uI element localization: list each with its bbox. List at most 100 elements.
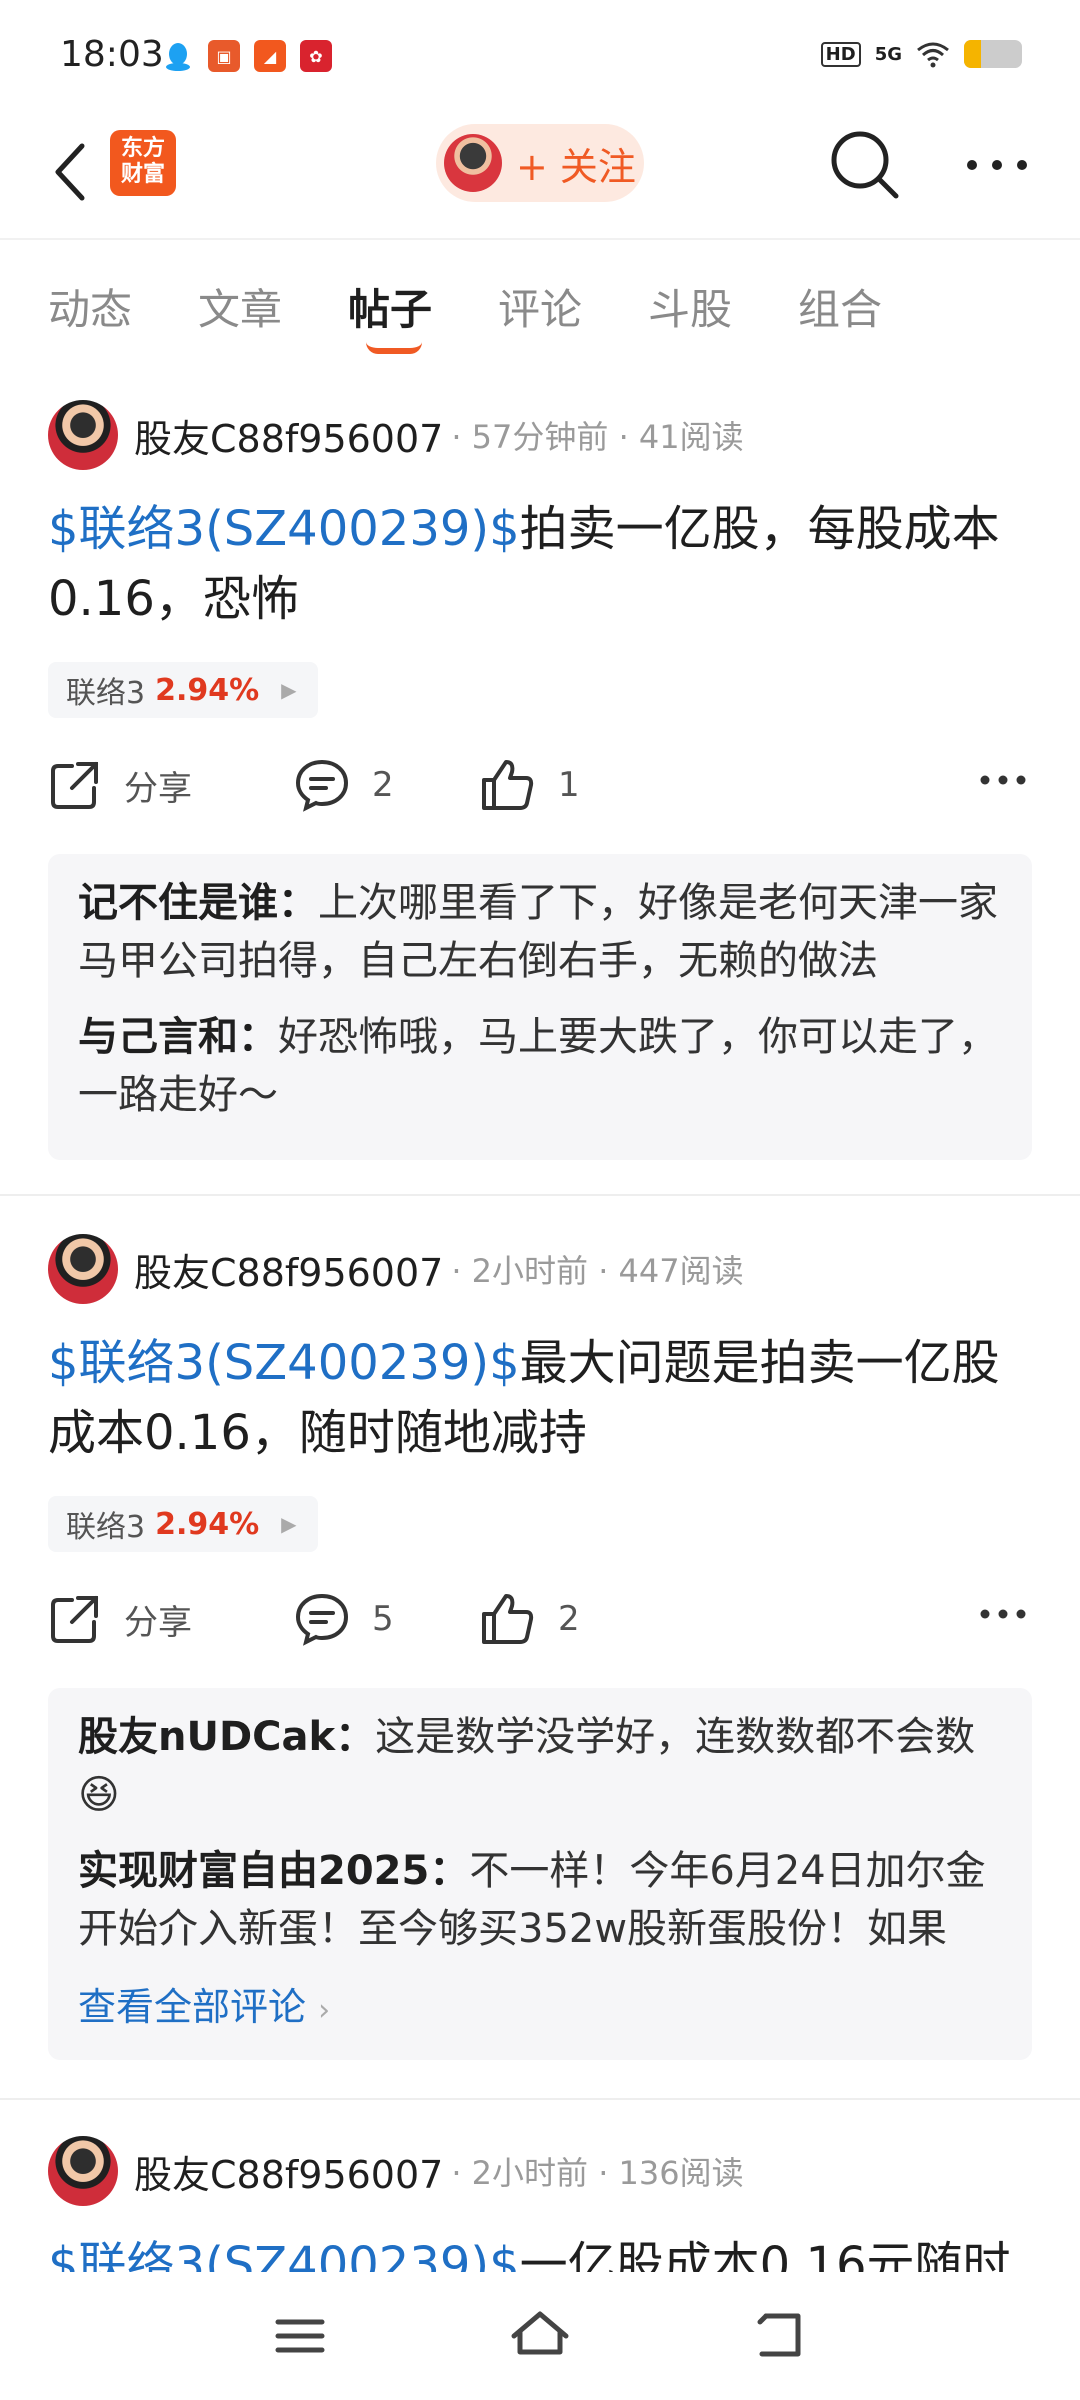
post-body: 一亿股成本0.16元随时 <box>519 2237 1011 2272</box>
bank-app-icon: ▣ <box>208 40 240 72</box>
wifi-icon <box>917 42 949 68</box>
post-more-button[interactable] <box>978 1604 1028 1628</box>
share-button[interactable]: 分享 <box>48 1592 192 1646</box>
like-button[interactable]: 2 <box>480 1592 580 1646</box>
post-meta: · 57分钟前 · 41阅读 <box>451 418 744 456</box>
more-dots-icon <box>980 775 1026 785</box>
share-icon <box>51 762 98 809</box>
tab-portfolio[interactable]: 组合 <box>798 276 882 337</box>
stock-tag-name: 联络3 <box>66 1510 146 1545</box>
back-button[interactable] <box>40 132 100 212</box>
share-label: 分享 <box>124 1602 192 1643</box>
stock-link[interactable]: $联络3(SZ400239)$ <box>48 501 520 557</box>
thumbs-up-icon <box>482 1594 534 1644</box>
tab-stock-battle[interactable]: 斗股 <box>648 276 732 337</box>
view-all-label: 查看全部评论 <box>78 1985 307 2029</box>
avatar[interactable] <box>48 2136 118 2206</box>
post-actions: 分享 2 1 <box>48 750 1038 830</box>
view-all-comments-link[interactable]: 查看全部评论 › <box>78 1976 1002 2031</box>
stock-tag-name: 联络3 <box>66 676 146 711</box>
more-button[interactable] <box>962 140 1032 190</box>
notification-icons: ▣ ◢ ✿ <box>162 40 332 72</box>
post-text[interactable]: $联络3(SZ400239)$最大问题是拍卖一亿股成本0.16，随时随地减持 <box>48 1328 1038 1468</box>
comment-item[interactable]: 实现财富自由2025：不一样！今年6月24日加尔金开始介入新蛋！至今够买352w… <box>78 1842 1002 1958</box>
play-arrow-icon: ▶ <box>281 678 297 702</box>
send-app-icon: ◢ <box>254 40 286 72</box>
post-username[interactable]: 股友C88f956007 <box>134 2144 443 2199</box>
post-header: 股友C88f956007 · 2小时前 · 447阅读 <box>48 1234 744 1304</box>
chevron-right-icon: › <box>318 1993 331 2028</box>
share-icon <box>51 1596 98 1643</box>
divider <box>0 1194 1080 1196</box>
post-username[interactable]: 股友C88f956007 <box>134 1242 443 1297</box>
home-button[interactable] <box>510 2306 570 2366</box>
hd-icon: HD <box>820 41 861 67</box>
top-header: 东方 财富 + 关注 <box>0 110 1080 240</box>
comment-button[interactable]: 2 <box>294 758 394 812</box>
search-icon <box>831 131 899 199</box>
avatar[interactable] <box>48 400 118 470</box>
stock-link[interactable]: $联络3(SZ400239)$ <box>48 1335 520 1391</box>
share-button[interactable]: 分享 <box>48 758 192 812</box>
eastmoney-logo: 东方 财富 <box>110 130 176 196</box>
status-time: 18:03 <box>60 34 164 75</box>
comment-author: 股友nUDCak： <box>78 1714 376 1760</box>
menu-icon <box>275 2319 325 2353</box>
post-username[interactable]: 股友C88f956007 <box>134 408 443 463</box>
comment-author: 实现财富自由2025： <box>78 1848 470 1894</box>
follow-label: + 关注 <box>516 144 636 189</box>
gift-app-icon: ✿ <box>300 40 332 72</box>
post-header: 股友C88f956007 · 2小时前 · 136阅读 <box>48 2136 744 2206</box>
back-nav-button[interactable] <box>750 2306 810 2366</box>
share-label: 分享 <box>124 768 192 809</box>
tab-articles[interactable]: 文章 <box>198 276 282 337</box>
battery-icon <box>964 40 1022 68</box>
menu-button[interactable] <box>270 2306 330 2366</box>
comment-count: 2 <box>372 765 394 805</box>
comment-item[interactable]: 记不住是谁：上次哪里看了下，好像是老何天津一家马甲公司拍得，自己左右倒右手，无赖… <box>78 874 1002 990</box>
home-icon <box>511 2311 569 2355</box>
play-arrow-icon: ▶ <box>281 1512 297 1536</box>
comment-preview[interactable]: 记不住是谁：上次哪里看了下，好像是老何天津一家马甲公司拍得，自己左右倒右手，无赖… <box>48 854 1032 1160</box>
avatar[interactable] <box>48 1234 118 1304</box>
stock-tag-change: 2.94% <box>155 1506 260 1542</box>
more-dots-icon <box>980 1609 1026 1619</box>
tab-comments[interactable]: 评论 <box>498 276 582 337</box>
tab-dynamic[interactable]: 动态 <box>48 276 132 337</box>
search-button[interactable] <box>828 128 904 204</box>
comment-button[interactable]: 5 <box>294 1592 394 1646</box>
profile-tabs: 动态 文章 帖子 评论 斗股 组合 <box>0 262 1080 362</box>
comment-icon <box>295 759 349 812</box>
follow-button[interactable]: + 关注 <box>436 124 644 202</box>
post-text[interactable]: $联络3(SZ400239)$一亿股成本0.16元随时 <box>48 2230 1038 2272</box>
post-text[interactable]: $联络3(SZ400239)$拍卖一亿股，每股成本0.16，恐怖 <box>48 494 1038 634</box>
post-card[interactable]: 股友C88f956007 · 2小时前 · 136阅读 $联络3(SZ40023… <box>0 2136 1080 2272</box>
stock-tag-change: 2.94% <box>155 672 260 708</box>
return-icon <box>757 2313 801 2357</box>
comment-preview[interactable]: 股友nUDCak：这是数学没学好，连数数都不会数😆 实现财富自由2025：不一样… <box>48 1688 1032 2060</box>
post-actions: 分享 5 2 <box>48 1584 1038 1664</box>
network-icon: 5G <box>874 43 902 65</box>
thumbs-up-icon <box>482 760 534 810</box>
like-button[interactable]: 1 <box>480 758 580 812</box>
stock-tag[interactable]: 联络3 2.94% ▶ <box>48 1496 318 1552</box>
stock-tag[interactable]: 联络3 2.94% ▶ <box>48 662 318 718</box>
comment-author: 记不住是谁： <box>78 880 318 926</box>
active-tab-indicator <box>366 342 422 354</box>
tab-posts[interactable]: 帖子 <box>348 276 432 337</box>
comment-item[interactable]: 股友nUDCak：这是数学没学好，连数数都不会数😆 <box>78 1708 1002 1824</box>
comment-author: 与己言和： <box>78 1014 278 1060</box>
post-meta: · 2小时前 · 136阅读 <box>451 2154 744 2192</box>
system-nav-bar <box>0 2272 1080 2400</box>
like-count: 2 <box>558 1599 580 1639</box>
status-bar: 18:03 ▣ ◢ ✿ HD 5G <box>0 0 1080 110</box>
post-more-button[interactable] <box>978 770 1028 794</box>
divider <box>0 2098 1080 2100</box>
comment-item[interactable]: 与己言和：好恐怖哦，马上要大跌了，你可以走了，一路走好～ <box>78 1008 1002 1124</box>
like-count: 1 <box>558 765 580 805</box>
stock-link[interactable]: $联络3(SZ400239)$ <box>48 2237 520 2272</box>
post-header: 股友C88f956007 · 57分钟前 · 41阅读 <box>48 400 744 470</box>
comment-icon <box>295 1593 349 1646</box>
system-icons: HD 5G <box>820 40 1022 68</box>
chevron-left-icon <box>55 143 85 201</box>
